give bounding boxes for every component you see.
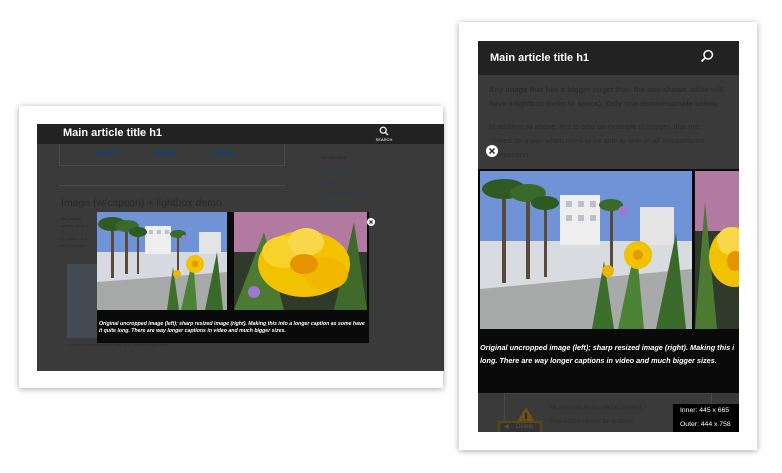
left-sidebar-link-2[interactable]: Templates <box>321 180 337 184</box>
left-section-heading: Image (w/caption) + lightbox demo <box>61 197 222 209</box>
left-sidebar-link-3[interactable]: Browser and device settings <box>321 191 366 195</box>
right-lightbox-caption: Original uncropped image (left); sharp r… <box>480 343 735 365</box>
right-delete-label: Delete <box>516 424 534 430</box>
close-icon <box>489 148 495 154</box>
left-tab-3[interactable] <box>213 151 235 155</box>
left-screenshot-card: Main article title h1 SEARCH Image (w/ca… <box>19 106 444 388</box>
viewport-inner-size: Inner: 445 x 665 <box>680 407 730 414</box>
right-lightbox-photo-resized[interactable] <box>695 171 739 329</box>
right-header-title: Main article title h1 <box>490 52 590 64</box>
left-inline-image[interactable] <box>67 264 101 338</box>
left-tab-1[interactable] <box>95 151 117 155</box>
left-lightbox-photo-original[interactable] <box>97 212 227 310</box>
left-lightbox: Original uncropped image (left); sharp r… <box>97 212 369 343</box>
right-paragraph-bold: Any image that has a bigger target than … <box>489 85 724 108</box>
left-header-bar: Main article title h1 SEARCH <box>37 124 444 144</box>
search-icon <box>379 126 389 136</box>
viewport-outer-size: Outer: 444 x 758 <box>680 421 731 428</box>
left-sidebar-heading: ON THIS PAGE <box>321 156 347 160</box>
left-header-title: Main article title h1 <box>63 127 163 139</box>
left-lightbox-photo-resized[interactable] <box>234 212 367 310</box>
right-search-button[interactable] <box>700 49 716 65</box>
viewport-size-badge: Inner: 445 x 665 Outer: 444 x 758 <box>673 404 739 432</box>
right-header-bar: Main article title h1 <box>478 41 739 75</box>
left-search-label: SEARCH <box>375 137 393 142</box>
right-screenshot-card: Main article title h1 Any image that has… <box>459 22 757 450</box>
left-sidebar-link-1[interactable]: Demo product tab <box>321 169 350 173</box>
left-body-snippet-1: Any image <box>61 216 82 221</box>
search-icon <box>700 49 714 63</box>
left-body-snippet-3: In addition to a <box>61 236 88 241</box>
left-search-button[interactable]: SEARCH <box>372 126 396 143</box>
left-page-viewport: Main article title h1 SEARCH Image (w/ca… <box>37 124 444 371</box>
left-top-box <box>59 144 285 166</box>
right-page-viewport: Main article title h1 Any image that has… <box>478 41 739 432</box>
left-body-snippet-2: space). Only o <box>61 223 89 228</box>
left-divider <box>59 185 285 186</box>
left-sidebar-link-4[interactable]: Results of mobile app <box>321 204 356 208</box>
left-lightbox-caption: Original uncropped image (left); sharp r… <box>99 321 365 334</box>
right-lightbox-photo-original[interactable] <box>480 171 692 329</box>
right-alert-line-2: This action cannot be undone. <box>549 418 635 425</box>
left-tab-2[interactable] <box>154 151 176 155</box>
right-lightbox: Original uncropped image (left); sharp r… <box>478 169 739 393</box>
right-delete-button[interactable]: ◀ Delete <box>498 421 542 432</box>
right-lightbox-close-button[interactable] <box>486 145 498 157</box>
right-alert-line-1: All selected items will be cleared. <box>549 404 643 411</box>
left-inline-caption: Original uncropped image (left); sharp r… <box>69 343 169 347</box>
right-paragraph-2: In addition to above, this is also an ex… <box>489 122 706 159</box>
close-icon <box>369 220 373 224</box>
left-body-snippet-4: be side to side <box>61 243 87 248</box>
chevron-icon: ◀ <box>504 424 509 430</box>
left-lightbox-close-button[interactable] <box>367 218 375 226</box>
